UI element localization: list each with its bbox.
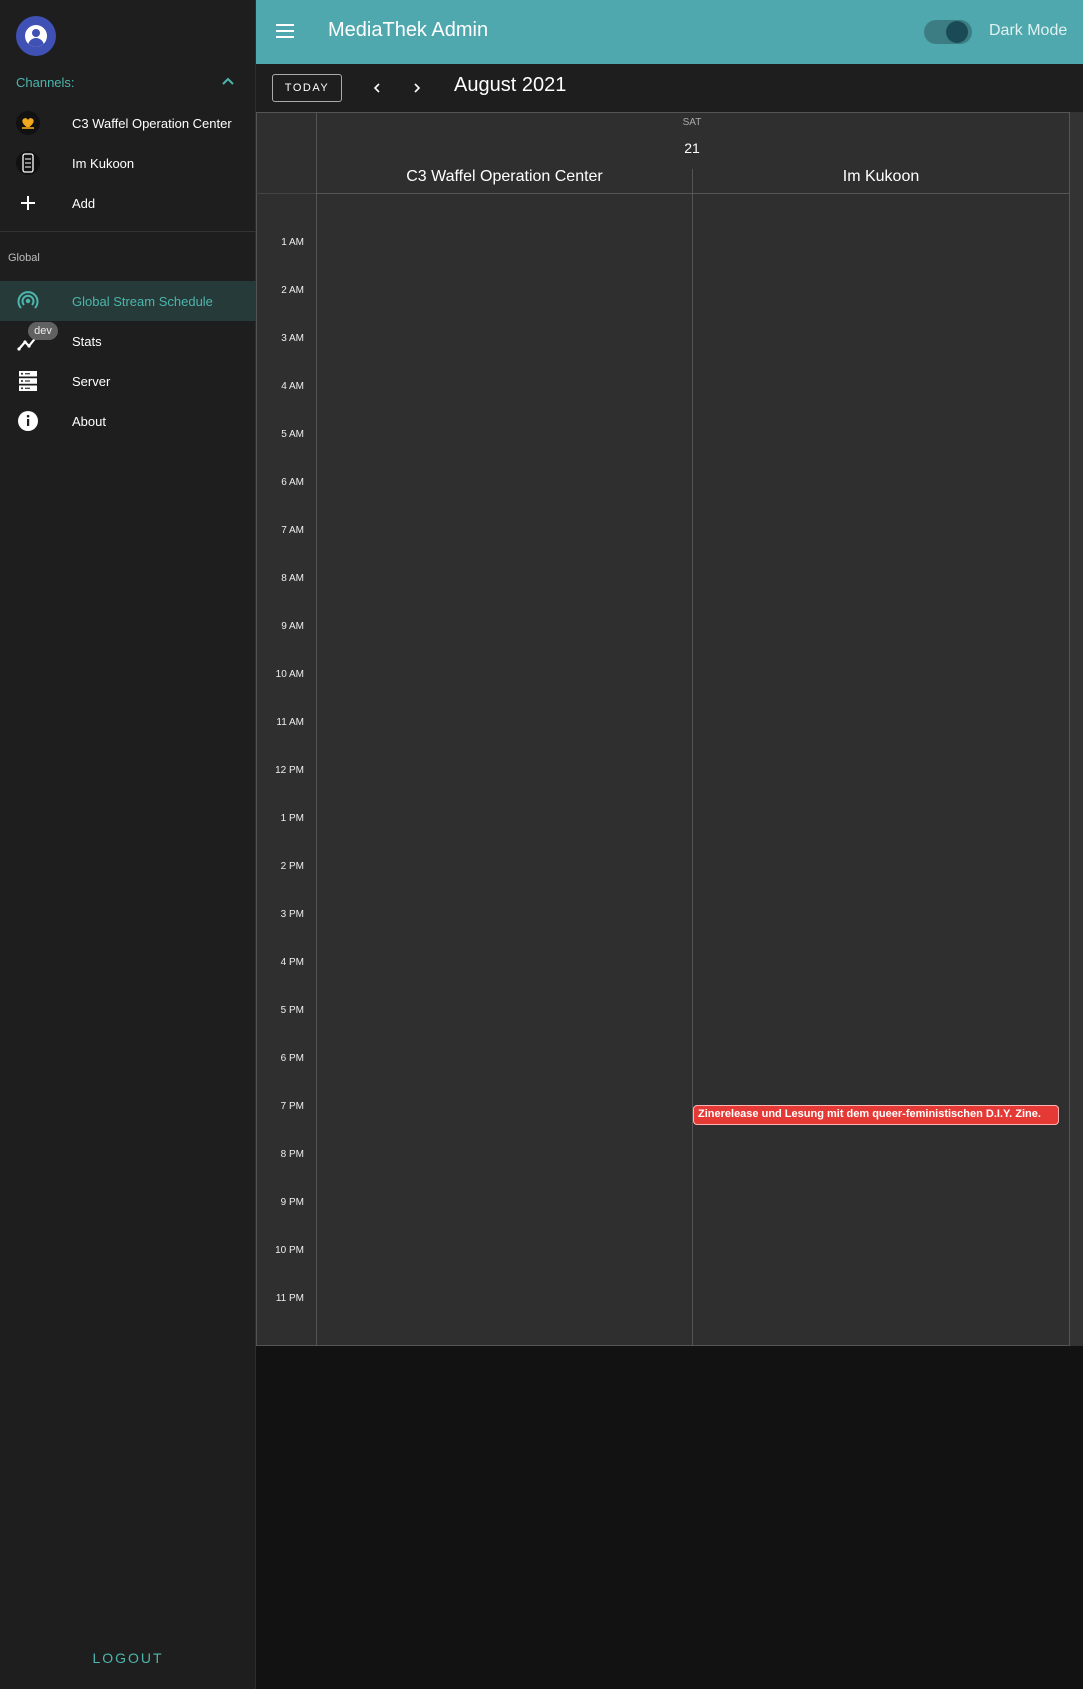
sidebar-item-label: Add: [72, 195, 96, 211]
channels-group-header[interactable]: Channels:: [0, 64, 256, 100]
time-gutter-border: [316, 112, 317, 1346]
kukoon-channel-logo-icon: [16, 151, 40, 175]
hour-label: 2 AM: [281, 285, 304, 296]
info-icon: [16, 409, 40, 433]
hour-label: 11 AM: [276, 717, 304, 728]
menu-icon[interactable]: [276, 24, 294, 38]
sidebar-item-server[interactable]: Server: [0, 361, 256, 401]
day-number[interactable]: 21: [657, 140, 727, 156]
day-of-week: SAT: [682, 117, 702, 128]
hour-label: 12 PM: [275, 765, 304, 776]
sidebar-item-c3-waffel[interactable]: C3 Waffel Operation Center: [0, 103, 256, 143]
hour-label: 11 PM: [275, 1293, 304, 1304]
logout-button[interactable]: LOGOUT: [0, 1650, 256, 1666]
account-avatar-icon[interactable]: [16, 16, 56, 56]
hour-label: 5 PM: [280, 1005, 304, 1016]
hour-label: 7 AM: [281, 525, 304, 536]
chevron-up-icon: [222, 77, 234, 85]
hour-label: 2 PM: [280, 861, 304, 872]
sidebar-item-add-channel[interactable]: Add: [0, 183, 256, 223]
navigation-drawer: Channels: C3 Waffel Operation Center Im …: [0, 0, 256, 1689]
chevron-left-icon[interactable]: [365, 76, 389, 100]
hour-label: 9 AM: [281, 621, 304, 632]
calendar-grid: [256, 112, 1083, 1346]
hour-label: 9 PM: [280, 1197, 304, 1208]
hour-label: 8 PM: [280, 1149, 304, 1160]
server-icon: [16, 369, 40, 393]
month-title: August 2021: [454, 74, 567, 96]
global-section-label: Global: [8, 252, 40, 264]
hour-label: 8 AM: [281, 573, 304, 584]
hour-label: 6 PM: [280, 1053, 304, 1064]
app-bar: MediaThek Admin Dark Mode: [256, 0, 1083, 64]
calendar-event[interactable]: Zinerelease und Lesung mit dem queer-fem…: [693, 1105, 1059, 1125]
hour-label: 3 PM: [280, 909, 304, 920]
sidebar-item-label: Global Stream Schedule: [72, 293, 213, 309]
sidebar-item-label: Stats: [72, 333, 102, 349]
hour-label: 6 AM: [281, 477, 304, 488]
hour-label: 1 PM: [280, 813, 304, 824]
sidebar-item-label: Server: [72, 373, 111, 389]
calendar-scrollbar[interactable]: [1069, 112, 1083, 1346]
hour-label: 4 PM: [280, 957, 304, 968]
sidebar-item-about[interactable]: About: [0, 401, 256, 441]
sidebar-item-label: Im Kukoon: [72, 155, 135, 171]
hour-label: 3 AM: [281, 333, 304, 344]
dark-mode-toggle-knob[interactable]: [946, 21, 968, 43]
hour-label: 4 AM: [281, 381, 304, 392]
broadcast-icon: [16, 289, 40, 313]
app-title: MediaThek Admin: [328, 19, 489, 41]
sidebar-item-label: About: [72, 413, 106, 429]
waffle-channel-logo-icon: [16, 111, 40, 135]
chevron-right-icon[interactable]: [405, 76, 429, 100]
plus-icon: [16, 191, 40, 215]
hour-label: 5 AM: [281, 429, 304, 440]
sidebar-divider: [0, 231, 256, 232]
sidebar-item-label: C3 Waffel Operation Center: [72, 115, 232, 131]
today-button[interactable]: TODAY: [272, 74, 342, 102]
hour-label: 7 PM: [280, 1101, 304, 1112]
dark-mode-label: Dark Mode: [989, 22, 1068, 39]
hour-label: 10 AM: [275, 669, 304, 680]
category-column-divider: [692, 169, 693, 1346]
sidebar-item-im-kukoon[interactable]: Im Kukoon: [0, 143, 256, 183]
category-header-im-kukoon: Im Kukoon: [842, 168, 920, 185]
hour-label: 10 PM: [275, 1245, 304, 1256]
dev-badge: dev: [28, 322, 58, 340]
sidebar-item-global-stream-schedule[interactable]: Global Stream Schedule: [0, 281, 256, 321]
calendar-toolbar: TODAY August 2021: [256, 64, 1083, 112]
category-header-c3-waffel: C3 Waffel Operation Center: [406, 168, 603, 185]
header-divider-gutter: [256, 193, 316, 194]
hour-label: 1 AM: [281, 237, 304, 248]
channels-label: Channels:: [16, 74, 75, 90]
